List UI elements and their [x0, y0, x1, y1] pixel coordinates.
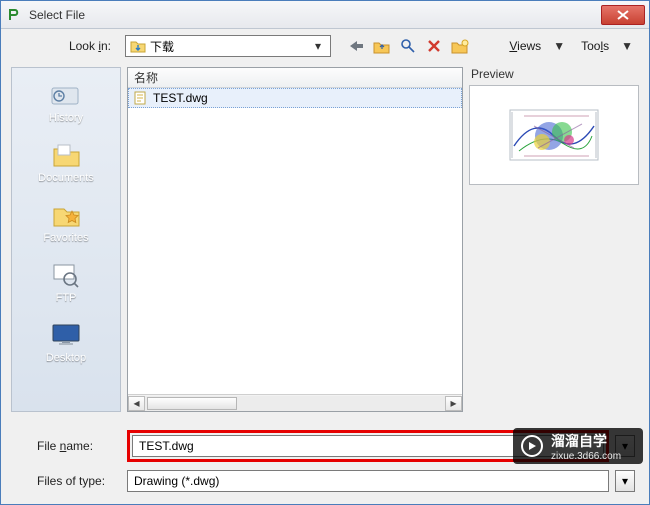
- up-one-level-icon[interactable]: [373, 37, 391, 55]
- lookin-combo[interactable]: 下载 ▾: [125, 35, 331, 57]
- watermark-url: zixue.3d66.com: [551, 451, 621, 462]
- desktop-icon: [49, 320, 83, 350]
- places-history-label: History: [49, 112, 83, 124]
- new-folder-icon[interactable]: [451, 37, 469, 55]
- views-menu-caret-icon[interactable]: ▼: [553, 39, 565, 53]
- places-ftp[interactable]: FTP: [12, 256, 120, 312]
- scroll-track[interactable]: [145, 396, 445, 411]
- tools-menu[interactable]: Tools: [577, 39, 613, 53]
- delete-icon[interactable]: [425, 37, 443, 55]
- file-list-h-scrollbar[interactable]: ◂ ▸: [128, 394, 462, 411]
- scroll-right-button[interactable]: ▸: [445, 396, 462, 411]
- back-icon[interactable]: [347, 37, 365, 55]
- dialog-body: History Documents Favorites FTP: [1, 63, 649, 416]
- dwg-file-icon: [133, 90, 149, 106]
- titlebar: Select File: [1, 1, 649, 29]
- preview-thumbnail: [494, 96, 614, 174]
- places-desktop[interactable]: Desktop: [12, 316, 120, 372]
- preview-panel: Preview: [469, 67, 639, 412]
- filetype-combo[interactable]: Drawing (*.dwg): [127, 470, 609, 492]
- filename-value: TEST.dwg: [139, 439, 194, 453]
- lookin-toolbar: Look in: 下载 ▾ Views: [1, 29, 649, 63]
- folder-download-icon: [130, 38, 146, 54]
- views-menu[interactable]: Views: [505, 39, 545, 53]
- history-icon: [49, 80, 83, 110]
- lookin-label: Look in:: [11, 39, 119, 53]
- scroll-left-button[interactable]: ◂: [128, 396, 145, 411]
- places-bar: History Documents Favorites FTP: [11, 67, 121, 412]
- lookin-dropdown-icon[interactable]: ▾: [310, 39, 326, 53]
- documents-icon: [49, 140, 83, 170]
- select-file-dialog: Select File Look in: 下载 ▾: [0, 0, 650, 505]
- filetype-row: Files of type: Drawing (*.dwg) ▾: [15, 470, 635, 492]
- file-list-header-name[interactable]: 名称: [128, 68, 462, 88]
- filetype-dropdown-button[interactable]: ▾: [615, 470, 635, 492]
- places-documents[interactable]: Documents: [12, 136, 120, 192]
- filetype-label: Files of type:: [15, 474, 127, 488]
- filetype-value: Drawing (*.dwg): [134, 474, 219, 488]
- tools-menu-caret-icon[interactable]: ▼: [621, 39, 633, 53]
- lookin-value: 下载: [150, 38, 310, 55]
- favorites-icon: [49, 200, 83, 230]
- places-history[interactable]: History: [12, 76, 120, 132]
- watermark-overlay: 溜溜自学 zixue.3d66.com: [513, 428, 643, 464]
- play-icon: [521, 435, 543, 457]
- places-ftp-label: FTP: [56, 292, 77, 304]
- search-icon[interactable]: [399, 37, 417, 55]
- places-favorites-label: Favorites: [43, 232, 88, 244]
- file-list[interactable]: 名称 TEST.dwg ◂ ▸: [127, 67, 463, 412]
- scroll-thumb[interactable]: [147, 397, 237, 410]
- center-column: 名称 TEST.dwg ◂ ▸: [127, 67, 463, 412]
- app-logo-icon: [7, 7, 23, 23]
- ftp-icon: [49, 260, 83, 290]
- places-desktop-label: Desktop: [46, 352, 86, 364]
- filename-label: File name:: [15, 439, 127, 453]
- toolbar-icon-group: [347, 37, 469, 55]
- close-button[interactable]: [601, 5, 645, 25]
- file-list-row[interactable]: TEST.dwg: [128, 88, 462, 108]
- watermark-title: 溜溜自学: [551, 431, 621, 451]
- places-favorites[interactable]: Favorites: [12, 196, 120, 252]
- file-name-cell: TEST.dwg: [153, 91, 208, 105]
- window-title: Select File: [29, 8, 85, 22]
- places-documents-label: Documents: [38, 172, 94, 184]
- preview-box: [469, 85, 639, 185]
- preview-label: Preview: [469, 67, 639, 81]
